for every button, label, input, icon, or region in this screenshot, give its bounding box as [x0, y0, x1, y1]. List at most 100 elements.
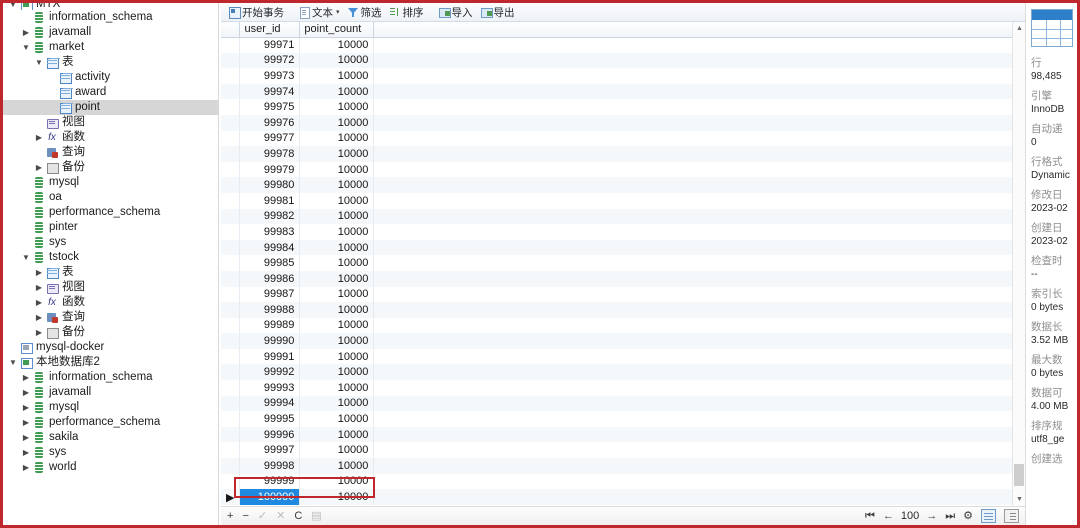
- tree-item-mysql[interactable]: mysql: [3, 175, 218, 190]
- tree-item-information_schema[interactable]: information_schema: [3, 10, 218, 25]
- cell-user_id[interactable]: 99997: [239, 442, 301, 459]
- grid-toolbar[interactable]: 开始事务 文本 ▾ 筛选 排序 导入 导出: [221, 3, 1025, 22]
- table-row[interactable]: 99985 10000: [221, 255, 1012, 271]
- cell-user_id[interactable]: 99972: [239, 52, 301, 69]
- table-row[interactable]: 99977 10000: [221, 130, 1012, 147]
- chevron-right-icon[interactable]: ▶: [33, 310, 45, 325]
- refresh-button[interactable]: C: [294, 510, 302, 522]
- cell-point_count[interactable]: 10000: [299, 255, 375, 271]
- chevron-right-icon[interactable]: ▶: [20, 25, 32, 40]
- tree-item-performance_schema[interactable]: ▶ performance_schema: [3, 415, 218, 430]
- chevron-right-icon[interactable]: ▶: [20, 385, 32, 400]
- chevron-right-icon[interactable]: ▶: [33, 265, 45, 280]
- cell-point_count[interactable]: 10000: [299, 333, 375, 349]
- cell-point_count[interactable]: 10000: [299, 37, 375, 53]
- stop-button[interactable]: ▤: [311, 510, 321, 522]
- cell-point_count[interactable]: 10000: [299, 364, 375, 381]
- chevron-down-icon[interactable]: ▼: [7, 3, 19, 10]
- chevron-down-icon[interactable]: ▼: [7, 355, 19, 370]
- next-page-button[interactable]: →: [926, 510, 937, 522]
- table-row[interactable]: 99986 10000: [221, 270, 1012, 287]
- tree-item-sakila[interactable]: ▶ sakila: [3, 430, 218, 445]
- chevron-down-icon[interactable]: ▼: [33, 55, 45, 70]
- tree-item-oa[interactable]: oa: [3, 190, 218, 205]
- tree-item-mysql-docker[interactable]: mysql-docker: [3, 340, 218, 355]
- chevron-right-icon[interactable]: ▶: [33, 130, 45, 145]
- cell-point_count[interactable]: 10000: [299, 442, 375, 459]
- table-row[interactable]: 99995 10000: [221, 411, 1012, 427]
- tree-item-pinter[interactable]: pinter: [3, 220, 218, 235]
- tree-item-javamall[interactable]: ▶ javamall: [3, 25, 218, 40]
- column-header-point_count[interactable]: point_count: [299, 22, 375, 38]
- page-stepper[interactable]: ← 100 →: [883, 510, 937, 522]
- chevron-right-icon[interactable]: ▶: [20, 460, 32, 475]
- cell-point_count[interactable]: 10000: [299, 239, 375, 256]
- cell-user_id[interactable]: 99979: [239, 161, 301, 178]
- filter-button[interactable]: 筛选: [344, 4, 386, 21]
- cell-user_id[interactable]: 99986: [239, 270, 301, 287]
- cell-user_id[interactable]: 99989: [239, 317, 301, 334]
- table-row[interactable]: 99974 10000: [221, 83, 1012, 100]
- delete-record-button[interactable]: −: [242, 510, 248, 522]
- cell-user_id[interactable]: 99988: [239, 302, 301, 318]
- cell-point_count[interactable]: 10000: [299, 302, 375, 318]
- table-row[interactable]: 99983 10000: [221, 224, 1012, 240]
- tree-item--[interactable]: ▶ fx 函数: [3, 130, 218, 145]
- tree-item-point[interactable]: point: [3, 100, 218, 115]
- cell-user_id[interactable]: 99973: [239, 68, 301, 84]
- table-row[interactable]: 99989 10000: [221, 317, 1012, 334]
- table-row[interactable]: 99998 10000: [221, 458, 1012, 474]
- table-row[interactable]: 99975 10000: [221, 99, 1012, 115]
- cell-user_id[interactable]: 99991: [239, 348, 301, 365]
- cell-point_count[interactable]: 10000: [299, 130, 375, 147]
- tree-item-award[interactable]: award: [3, 85, 218, 100]
- last-page-button[interactable]: ⏭: [945, 510, 955, 522]
- tree-item-activity[interactable]: activity: [3, 70, 218, 85]
- cell-point_count[interactable]: 10000: [299, 114, 375, 131]
- cell-point_count[interactable]: 10000: [299, 395, 375, 412]
- begin-transaction-button[interactable]: 开始事务: [225, 4, 288, 21]
- cell-user_id[interactable]: 99983: [239, 224, 301, 240]
- cell-user_id[interactable]: 99987: [239, 286, 301, 303]
- export-button[interactable]: 导出: [477, 4, 519, 21]
- gear-icon[interactable]: ⚙: [963, 510, 973, 522]
- grid-statusbar[interactable]: + − ✓ ✕ C ▤ ⏮ ← 100 → ⏭ ⚙: [221, 506, 1025, 525]
- chevron-right-icon[interactable]: ▶: [33, 160, 45, 175]
- chevron-down-icon[interactable]: ▼: [20, 250, 32, 265]
- cell-point_count[interactable]: 10000: [299, 286, 375, 303]
- table-row[interactable]: 99984 10000: [221, 239, 1012, 256]
- table-row[interactable]: 99980 10000: [221, 177, 1012, 193]
- sort-button[interactable]: 排序: [386, 4, 428, 21]
- cell-user_id[interactable]: 100000: [239, 489, 301, 505]
- cell-point_count[interactable]: 10000: [299, 348, 375, 365]
- tree-item-sys[interactable]: sys: [3, 235, 218, 250]
- chevron-right-icon[interactable]: ▶: [20, 430, 32, 445]
- tree-item-market[interactable]: ▼ market: [3, 40, 218, 55]
- table-row[interactable]: 99982 10000: [221, 208, 1012, 225]
- tree-item-mysql[interactable]: ▶ mysql: [3, 400, 218, 415]
- cell-point_count[interactable]: 10000: [299, 380, 375, 396]
- table-row[interactable]: 99993 10000: [221, 380, 1012, 396]
- table-row[interactable]: 99979 10000: [221, 161, 1012, 178]
- tree-item-performance_schema[interactable]: performance_schema: [3, 205, 218, 220]
- chevron-right-icon[interactable]: ▶: [33, 325, 45, 340]
- cell-point_count[interactable]: 10000: [299, 146, 375, 162]
- pagination-controls[interactable]: ⏮ ← 100 → ⏭ ⚙: [865, 509, 1025, 523]
- cell-point_count[interactable]: 10000: [299, 426, 375, 443]
- vertical-scrollbar[interactable]: ▲ ▼: [1012, 22, 1025, 506]
- table-row[interactable]: 99988 10000: [221, 302, 1012, 318]
- cancel-edit-button[interactable]: ✕: [276, 510, 285, 522]
- tree-item--[interactable]: ▶ 视图: [3, 280, 218, 295]
- chevron-right-icon[interactable]: ▶: [20, 445, 32, 460]
- tree-item--[interactable]: ▶ 备份: [3, 325, 218, 340]
- cell-user_id[interactable]: 99976: [239, 114, 301, 131]
- tree-item-tstock[interactable]: ▼ tstock: [3, 250, 218, 265]
- cell-point_count[interactable]: 10000: [299, 161, 375, 178]
- cell-point_count[interactable]: 10000: [299, 208, 375, 225]
- page-size-value[interactable]: 100: [901, 510, 919, 522]
- column-header-user_id[interactable]: user_id: [239, 22, 301, 38]
- cell-point_count[interactable]: 10000: [299, 99, 375, 115]
- cell-user_id[interactable]: 99984: [239, 239, 301, 256]
- cell-user_id[interactable]: 99993: [239, 380, 301, 396]
- cell-user_id[interactable]: 99977: [239, 130, 301, 147]
